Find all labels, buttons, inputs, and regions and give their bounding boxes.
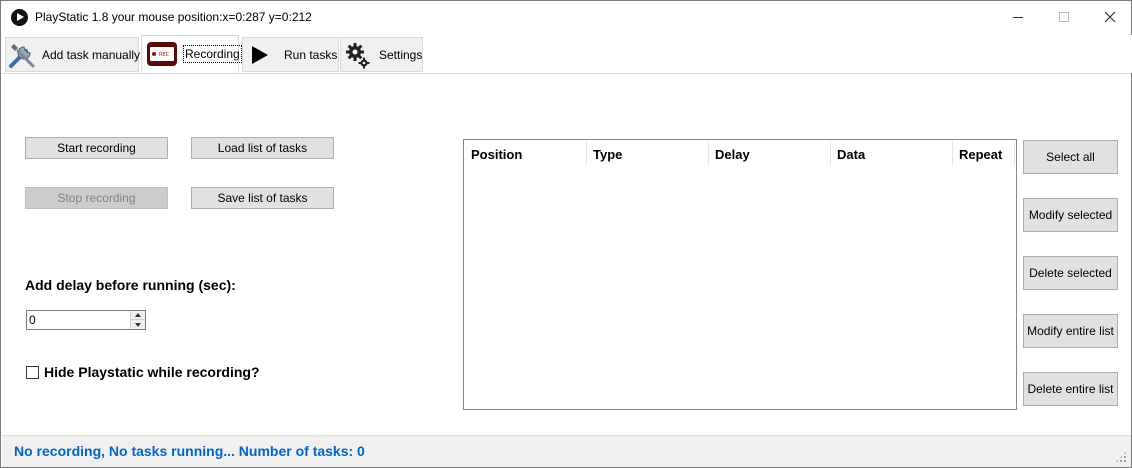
delete-selected-button[interactable]: Delete selected: [1023, 256, 1118, 290]
delay-stepper[interactable]: 0: [26, 310, 146, 330]
status-text: No recording, No tasks running... Number…: [14, 443, 365, 459]
tab-recording-label: Recording: [183, 45, 242, 63]
load-list-button[interactable]: Load list of tasks: [191, 137, 334, 159]
column-header-data[interactable]: Data: [831, 141, 953, 166]
hide-while-recording-label[interactable]: Hide Playstatic while recording?: [44, 364, 260, 380]
hide-while-recording-checkbox[interactable]: [26, 366, 39, 379]
delay-spin: [130, 311, 145, 329]
minimize-button[interactable]: [995, 1, 1041, 33]
tab-recording[interactable]: REC Recording: [141, 35, 242, 73]
delay-label: Add delay before running (sec):: [25, 277, 236, 293]
start-recording-button[interactable]: Start recording: [25, 137, 168, 159]
task-list[interactable]: Position Type Delay Data Repeat: [463, 139, 1017, 410]
save-list-button[interactable]: Save list of tasks: [191, 187, 334, 209]
task-list-header: Position Type Delay Data Repeat: [465, 141, 1015, 166]
record-badge-text: REC: [159, 52, 170, 58]
record-icon: REC: [146, 38, 178, 70]
column-header-position[interactable]: Position: [465, 141, 587, 166]
spin-up-button[interactable]: [131, 311, 145, 320]
tab-settings[interactable]: Settings: [340, 37, 423, 72]
tab-settings-label: Settings: [379, 47, 423, 62]
title-bar[interactable]: PlayStatic 1.8 your mouse position:x=0:2…: [1, 1, 1131, 34]
column-header-type[interactable]: Type: [587, 141, 709, 166]
select-all-button[interactable]: Select all: [1023, 140, 1118, 174]
tab-run-tasks[interactable]: Run tasks: [242, 37, 339, 72]
close-button[interactable]: [1087, 1, 1132, 33]
spin-down-button[interactable]: [131, 320, 145, 329]
delete-entire-list-button[interactable]: Delete entire list: [1023, 372, 1118, 406]
status-bar: No recording, No tasks running... Number…: [2, 435, 1131, 467]
modify-entire-list-button[interactable]: Modify entire list: [1023, 314, 1118, 348]
column-header-repeat[interactable]: Repeat: [953, 141, 1015, 166]
close-icon: [1104, 11, 1116, 23]
app-play-icon[interactable]: [11, 9, 28, 26]
tab-add-task-manually[interactable]: Add task manually: [5, 37, 141, 72]
play-icon: [243, 39, 275, 71]
tab-run-tasks-label: Run tasks: [284, 47, 338, 62]
tab-strip: Add task manually REC Recording Run task…: [2, 35, 1132, 73]
tools-icon: [6, 39, 38, 71]
down-arrow-icon: [135, 322, 141, 327]
gear-icon: [341, 39, 373, 71]
up-arrow-icon: [135, 313, 141, 317]
tab-add-task-manually-label: Add task manually: [42, 47, 141, 62]
window-title: PlayStatic 1.8 your mouse position:x=0:2…: [35, 10, 312, 24]
stop-recording-button[interactable]: Stop recording: [25, 187, 168, 209]
app-window: PlayStatic 1.8 your mouse position:x=0:2…: [0, 0, 1132, 468]
delay-value[interactable]: 0: [29, 313, 36, 327]
column-header-delay[interactable]: Delay: [709, 141, 831, 166]
resize-grip-icon[interactable]: [1115, 451, 1127, 463]
maximize-button[interactable]: [1041, 1, 1087, 33]
modify-selected-button[interactable]: Modify selected: [1023, 198, 1118, 232]
minimize-icon: [1013, 16, 1023, 18]
recording-panel: Start recording Load list of tasks Stop …: [2, 73, 1131, 435]
maximize-icon: [1059, 12, 1069, 22]
